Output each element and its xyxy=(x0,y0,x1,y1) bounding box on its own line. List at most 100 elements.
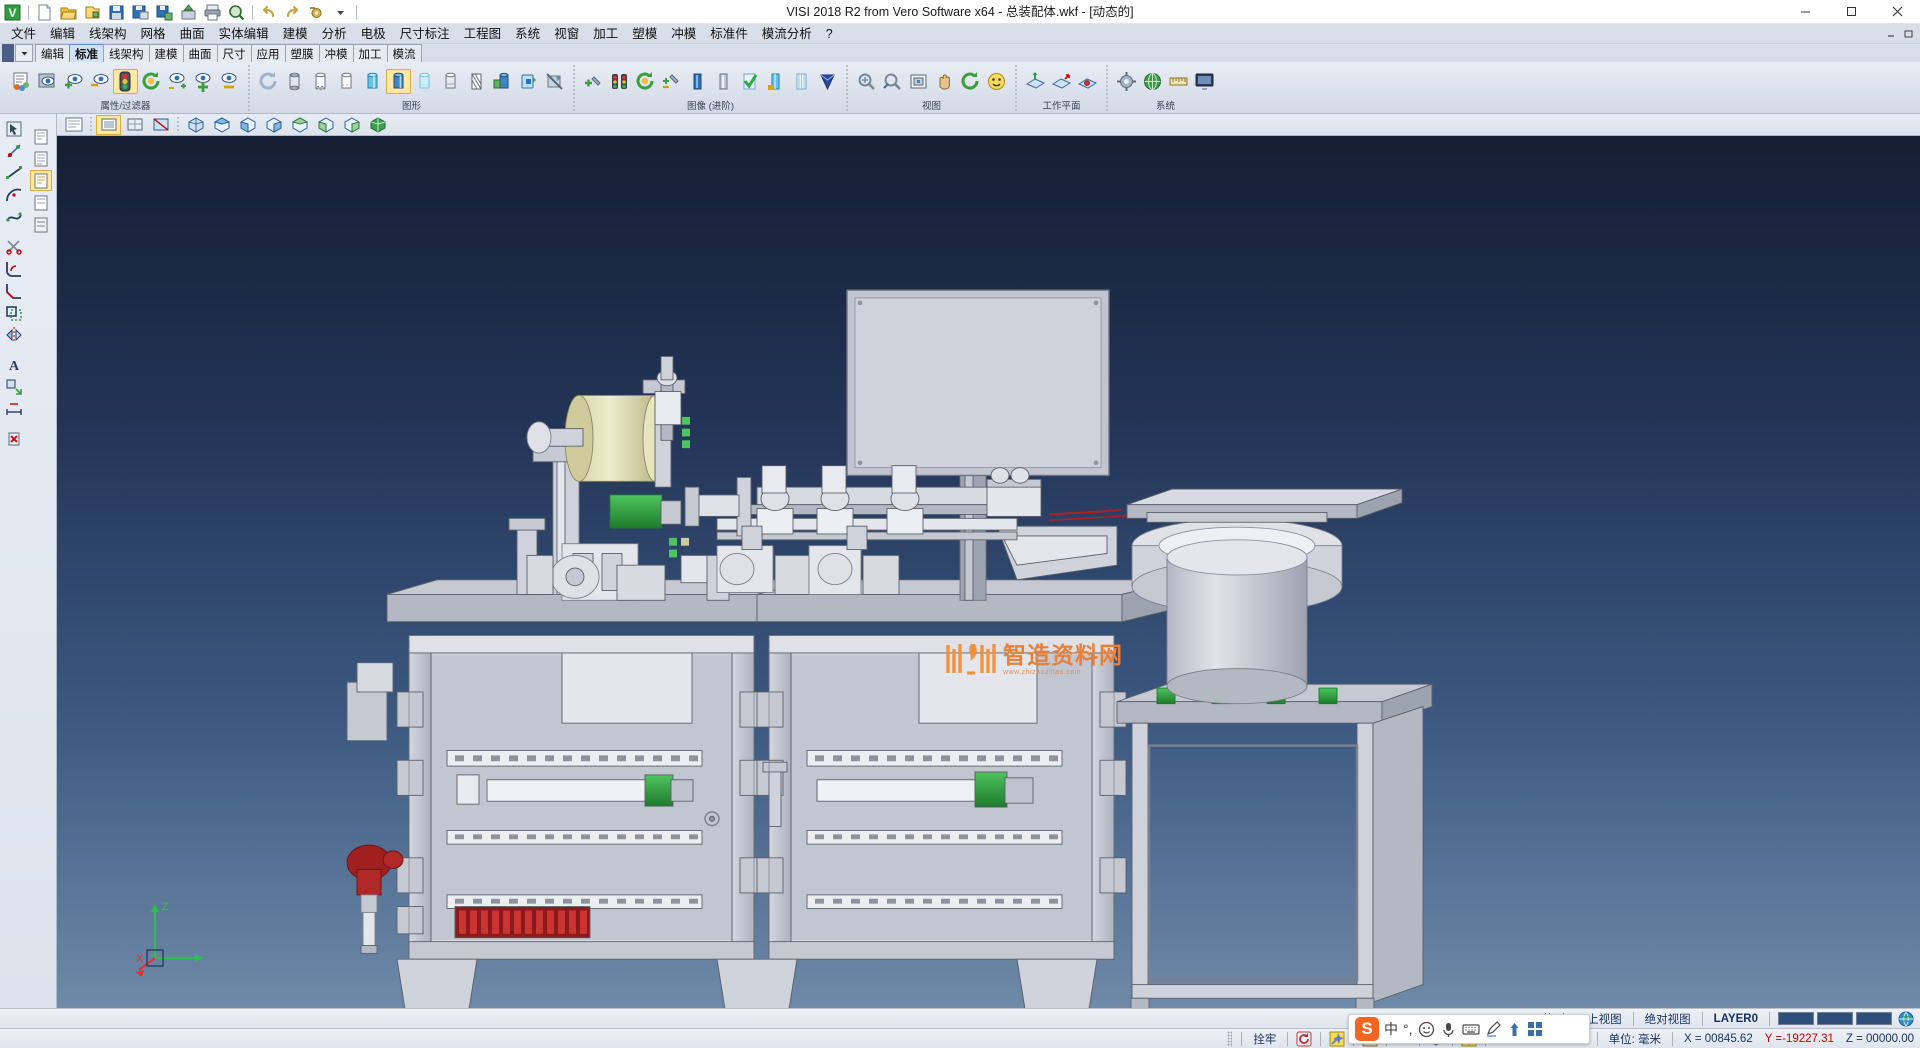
magic-wand-icon[interactable] xyxy=(1326,1030,1348,1047)
delete-entity-icon[interactable] xyxy=(3,428,25,449)
status-view-mode[interactable]: 绝对视图 xyxy=(1639,1011,1697,1027)
menu-item-wireframe[interactable]: 线架构 xyxy=(82,25,134,43)
blue-shade-icon[interactable] xyxy=(685,69,710,94)
menu-item-help[interactable]: ? xyxy=(819,25,840,43)
chamfer-icon[interactable] xyxy=(3,280,25,301)
menu-item-window[interactable]: 视窗 xyxy=(547,25,586,43)
green-check-shade-icon[interactable] xyxy=(737,69,762,94)
viewport-canvas-wrapper[interactable]: 智造资料网 www.zhizaoziliao.com Z xyxy=(57,136,1920,1008)
status-bar-row-2[interactable]: 拴牢 ? E3: xyxy=(0,1028,1920,1048)
menu-item-mould[interactable]: 塑模 xyxy=(625,25,664,43)
fit-view-icon[interactable] xyxy=(906,69,931,94)
rotate-view-icon[interactable] xyxy=(958,69,983,94)
system-units-icon[interactable] xyxy=(1166,69,1191,94)
status-bar-row-1[interactable]: 绝对 VY 上视图 绝对视图 LAYER0 xyxy=(0,1008,1920,1028)
undo-icon[interactable] xyxy=(258,2,279,23)
wireframe-view-icon[interactable] xyxy=(282,69,307,94)
view-shaded-icon[interactable] xyxy=(96,115,121,135)
ribbon-dropdown-button[interactable] xyxy=(15,44,33,62)
save-icon[interactable] xyxy=(106,2,127,23)
point-create-icon[interactable] xyxy=(3,140,25,161)
select-pointer-icon[interactable] xyxy=(3,118,25,139)
view-tree-icon[interactable] xyxy=(61,115,86,135)
quick-shade-icon[interactable] xyxy=(438,69,463,94)
view-hidden-icon[interactable] xyxy=(148,115,173,135)
color-swatch-2[interactable] xyxy=(1817,1012,1853,1025)
color-swatch-3[interactable] xyxy=(1856,1012,1892,1025)
tab-wireframe[interactable]: 线架构 xyxy=(103,44,150,62)
cad-3d-viewport[interactable]: 智造资料网 www.zhizaoziliao.com Z xyxy=(57,136,1920,1008)
shaded-view-icon[interactable] xyxy=(386,69,411,94)
snap-toggle-icon[interactable] xyxy=(1293,1030,1315,1047)
workplane-align-icon[interactable] xyxy=(1049,69,1074,94)
ribbon-tab-strip[interactable]: 编辑 标准 线架构 建模 曲面 尺寸 应用 塑膜 冲模 加工 模流 xyxy=(0,44,1920,62)
add-light-icon[interactable] xyxy=(581,69,606,94)
view-left-icon[interactable] xyxy=(287,115,312,135)
maximize-button[interactable] xyxy=(1828,0,1874,24)
import-icon[interactable] xyxy=(82,2,103,23)
ime-pen-icon[interactable] xyxy=(1485,1021,1502,1038)
ime-logo-icon[interactable]: S xyxy=(1355,1017,1379,1041)
menu-bar[interactable]: 文件 编辑 线架构 网格 曲面 实体编辑 建模 分析 电极 尺寸标注 工程图 系… xyxy=(0,24,1920,44)
export-icon[interactable] xyxy=(178,2,199,23)
transform-icon[interactable] xyxy=(3,376,25,397)
ime-mode-chinese[interactable]: 中 xyxy=(1384,1019,1398,1039)
status-layer[interactable]: LAYER0 xyxy=(1708,1013,1764,1025)
ime-emoji-icon[interactable] xyxy=(1418,1021,1435,1038)
transparent-view-icon[interactable] xyxy=(412,69,437,94)
tab-machining[interactable]: 加工 xyxy=(353,44,388,62)
light-settings-icon[interactable] xyxy=(659,69,684,94)
view-bottom-icon[interactable] xyxy=(339,115,364,135)
layer-filter-icon[interactable] xyxy=(113,69,138,94)
toggle-visibility-icon[interactable] xyxy=(165,69,190,94)
units-label[interactable]: 单位: 毫米 xyxy=(1603,1031,1667,1047)
menu-item-surface[interactable]: 曲面 xyxy=(173,25,212,43)
render-quality-icon[interactable] xyxy=(490,69,515,94)
show-entity-icon[interactable] xyxy=(191,69,216,94)
menu-item-dimension[interactable]: 尺寸标注 xyxy=(393,25,457,43)
layer-visible-icon[interactable] xyxy=(30,192,52,213)
minimize-button[interactable] xyxy=(1782,0,1828,24)
hidden-line-view-icon[interactable] xyxy=(308,69,333,94)
menu-item-file[interactable]: 文件 xyxy=(4,25,43,43)
menu-item-die[interactable]: 冲模 xyxy=(664,25,703,43)
open-folder-icon[interactable] xyxy=(58,2,79,23)
left-toolbars[interactable]: A xyxy=(0,114,57,1008)
tab-mould[interactable]: 塑膜 xyxy=(285,44,320,62)
cyan-shade-icon[interactable] xyxy=(763,69,788,94)
left-toolbar-layers[interactable] xyxy=(27,114,54,1008)
snap-label[interactable]: 拴牢 xyxy=(1247,1031,1282,1047)
system-screen-icon[interactable] xyxy=(1192,69,1217,94)
tab-die[interactable]: 冲模 xyxy=(319,44,354,62)
grey-shade-icon[interactable] xyxy=(711,69,736,94)
menu-item-mesh[interactable]: 网格 xyxy=(134,25,173,43)
refresh-image-icon[interactable] xyxy=(633,69,658,94)
gem-render-icon[interactable] xyxy=(815,69,840,94)
zoom-dynamic-icon[interactable] xyxy=(880,69,905,94)
disable-render-icon[interactable] xyxy=(542,69,567,94)
hide-entity-icon[interactable] xyxy=(217,69,242,94)
ribbon-toolbar[interactable]: 属性/过滤器 xyxy=(0,62,1920,114)
mdi-minimize-button[interactable] xyxy=(1884,27,1899,41)
pan-view-icon[interactable] xyxy=(932,69,957,94)
text-create-icon[interactable]: A xyxy=(3,354,25,375)
tab-application[interactable]: 应用 xyxy=(251,44,286,62)
line-create-icon[interactable] xyxy=(3,162,25,183)
ime-voice-icon[interactable] xyxy=(1440,1021,1457,1038)
view-iso-icon[interactable] xyxy=(183,115,208,135)
menu-item-system[interactable]: 系统 xyxy=(508,25,547,43)
edit-attributes-icon[interactable] xyxy=(9,69,34,94)
arc-create-icon[interactable] xyxy=(3,184,25,205)
workplane-origin-icon[interactable] xyxy=(1075,69,1100,94)
mdi-window-controls[interactable] xyxy=(1884,27,1920,41)
offset-icon[interactable] xyxy=(3,302,25,323)
mdi-restore-button[interactable] xyxy=(1901,27,1916,41)
view-axonometric-icon[interactable] xyxy=(365,115,390,135)
window-controls[interactable] xyxy=(1782,0,1920,24)
material-colors-icon[interactable] xyxy=(607,69,632,94)
close-button[interactable] xyxy=(1874,0,1920,24)
trim-icon[interactable] xyxy=(3,236,25,257)
chevron-down-icon[interactable] xyxy=(330,2,351,23)
tab-surface[interactable]: 曲面 xyxy=(183,44,218,62)
menu-item-flow-analysis[interactable]: 模流分析 xyxy=(755,25,819,43)
